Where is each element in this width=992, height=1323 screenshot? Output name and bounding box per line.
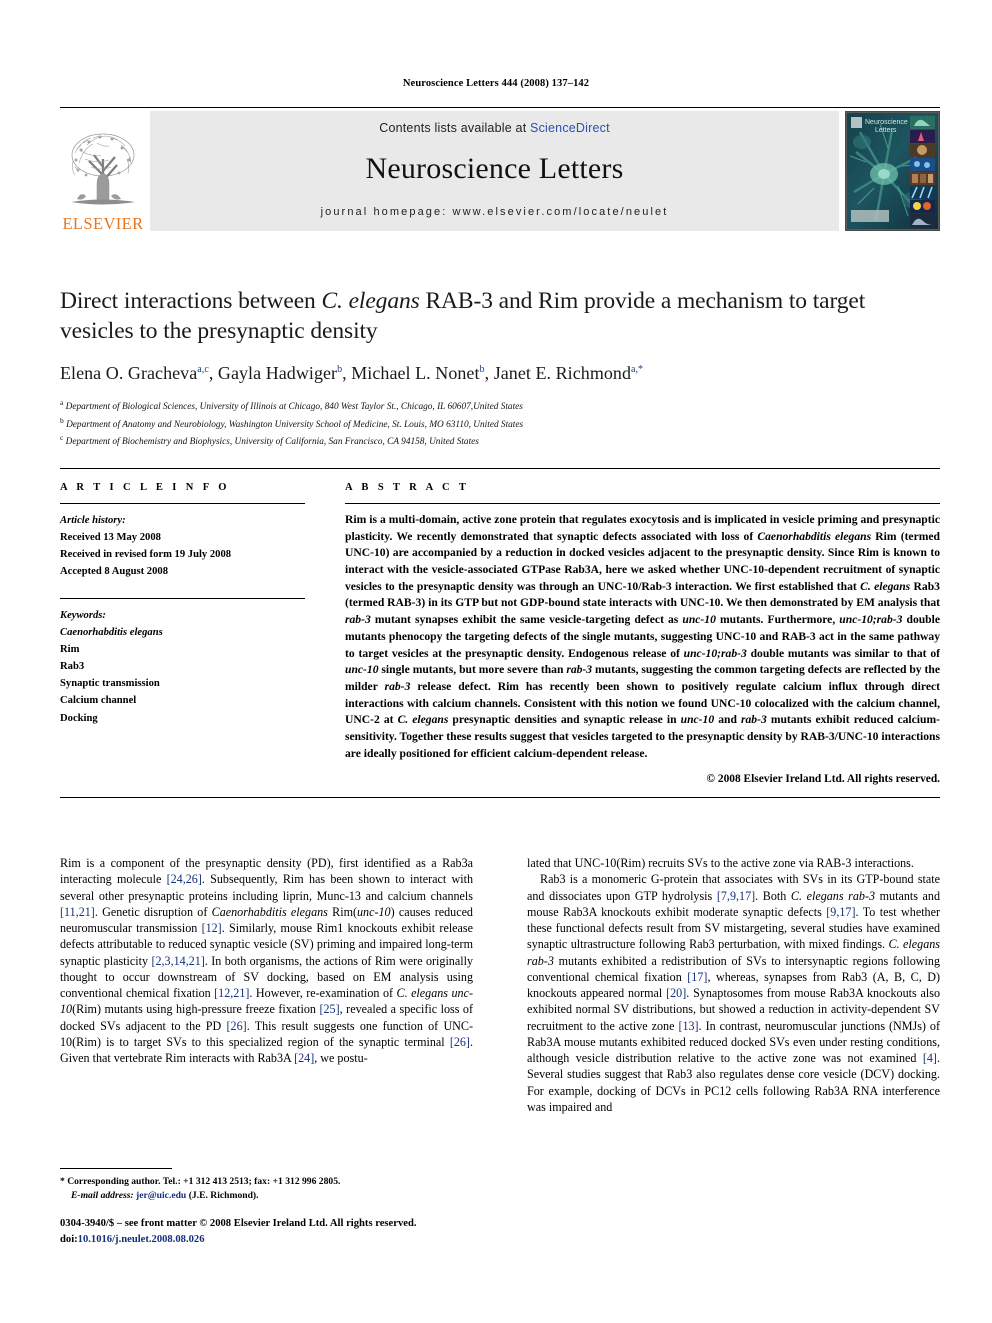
sciencedirect-link[interactable]: ScienceDirect: [530, 121, 610, 135]
body-column-left: Rim is a component of the presynaptic de…: [60, 855, 473, 1115]
article-info-divider: [60, 503, 305, 504]
elsevier-logo: ELSEVIER: [60, 111, 146, 234]
page-footer: 0304-3940/$ – see front matter © 2008 El…: [60, 1216, 600, 1248]
author-name: Elena O. Gracheva: [60, 363, 198, 384]
body-paragraph: lated that UNC-10(Rim) recruits SVs to t…: [527, 856, 914, 870]
body-text: Rim is a component of the presynaptic de…: [60, 855, 940, 1115]
contents-prefix: Contents lists available at: [379, 121, 531, 135]
affiliation-row: c Department of Biochemistry and Biophys…: [60, 432, 940, 450]
author-name: Gayla Hadwiger: [217, 363, 338, 384]
keyword-item: Caenorhabditis elegans: [60, 626, 163, 638]
svg-text:Neuroscience: Neuroscience: [865, 119, 908, 126]
article-history-label: Article history:: [60, 515, 126, 526]
abstract-divider: [345, 503, 940, 504]
footnote-divider: [60, 1168, 172, 1169]
keywords-divider: [60, 597, 305, 599]
author-affil-marker: a,c: [197, 364, 209, 376]
title-italic-species: C. elegans: [321, 288, 420, 314]
footnote-marker: *: [60, 1176, 65, 1187]
email-suffix: (J.E. Richmond).: [188, 1190, 259, 1202]
affiliation-marker: b: [60, 415, 64, 425]
keyword-item: Rim: [60, 643, 80, 655]
affiliation-text: Department of Biological Sciences, Unive…: [65, 402, 523, 413]
paper-page: Neuroscience Letters 444 (2008) 137–142: [0, 0, 992, 1323]
keywords-label: Keywords:: [60, 609, 106, 621]
article-info-heading: A R T I C L E I N F O: [60, 482, 230, 493]
affiliation-row: b Department of Anatomy and Neurobiology…: [60, 415, 940, 433]
journal-title: Neuroscience Letters: [365, 152, 624, 185]
contents-available-line: Contents lists available at ScienceDirec…: [379, 121, 610, 135]
keyword-item: Calcium channel: [60, 695, 137, 707]
author-name: Michael L. Nonet: [351, 363, 480, 384]
author-3: Janet E. Richmonda,*: [494, 363, 643, 383]
affiliation-list: a Department of Biological Sciences, Uni…: [60, 397, 940, 450]
article-info-column: A R T I C L E I N F O Article history: R…: [60, 482, 305, 785]
abstract-paragraph: Rim is a multi-domain, active zone prote…: [345, 513, 940, 760]
doi-link[interactable]: 10.1016/j.neulet.2008.08.026: [78, 1234, 205, 1245]
page-title: Direct interactions between C. elegans R…: [60, 286, 940, 346]
author-sep: ,: [484, 363, 494, 384]
keyword-item: Synaptic transmission: [60, 678, 160, 690]
journal-masthead: ELSEVIER Contents lists available at Sci…: [60, 107, 940, 234]
journal-band: Contents lists available at ScienceDirec…: [150, 111, 839, 231]
issn-copyright-line: 0304-3940/$ – see front matter © 2008 El…: [60, 1218, 417, 1229]
abstract-heading: A B S T R A C T: [345, 482, 470, 493]
author-2: Michael L. Nonetb,: [351, 363, 493, 383]
email-label: E-mail address:: [71, 1190, 134, 1202]
footnote-text: * Corresponding author. Tel.: +1 312 413…: [60, 1175, 473, 1204]
keyword-item: Rab3: [60, 661, 85, 673]
doi-line: doi:10.1016/j.neulet.2008.08.026: [60, 1232, 600, 1248]
keyword-item: Docking: [60, 712, 98, 724]
title-part-1: Direct interactions between: [60, 288, 322, 314]
author-sep: ,: [208, 363, 218, 384]
email-link[interactable]: jer@uic.edu: [136, 1190, 186, 1201]
column-gutter: [305, 482, 345, 785]
body-paragraph: Rim is a component of the presynaptic de…: [60, 856, 474, 1066]
journal-cover-thumbnail: Neuroscience Letters: [845, 111, 940, 231]
affiliation-row: a Department of Biological Sciences, Uni…: [60, 397, 940, 415]
corresponding-author-footnote: * Corresponding author. Tel.: +1 312 413…: [60, 1168, 473, 1204]
affiliation-text: Department of Biochemistry and Biophysic…: [65, 437, 479, 448]
abstract-text: Rim is a multi-domain, active zone prote…: [345, 512, 940, 762]
body-paragraph: Rab3 is a monomeric G-protein that assoc…: [527, 872, 941, 1114]
author-affil-marker: a,*: [631, 364, 644, 376]
svg-text:Letters: Letters: [875, 127, 897, 134]
journal-homepage[interactable]: journal homepage: www.elsevier.com/locat…: [321, 206, 669, 218]
doi-label: doi:: [60, 1233, 78, 1245]
elsevier-wordmark: ELSEVIER: [62, 213, 144, 233]
title-block: Direct interactions between C. elegans R…: [60, 286, 940, 450]
abstract-column: A B S T R A C T Rim is a multi-domain, a…: [345, 482, 940, 785]
info-abstract-section: A R T I C L E I N F O Article history: R…: [60, 468, 940, 799]
running-head: Neuroscience Letters 444 (2008) 137–142: [402, 78, 590, 89]
author-1: Gayla Hadwigerb,: [218, 363, 351, 383]
section-bottom-divider: [60, 797, 940, 799]
history-item: Received 13 May 2008: [60, 532, 161, 544]
copyright-line: © 2008 Elsevier Ireland Ltd. All rights …: [706, 773, 940, 786]
footnote-email-line: E-mail address: jer@uic.edu (J.E. Richmo…: [60, 1189, 473, 1203]
author-list: Elena O. Grachevaa,c, Gayla Hadwigerb, M…: [60, 363, 940, 384]
footnote-line-1: Corresponding author. Tel.: +1 312 413 2…: [67, 1176, 341, 1187]
history-item: Received in revised form 19 July 2008: [60, 549, 232, 561]
author-0: Elena O. Grachevaa,c,: [60, 363, 218, 383]
cover-artwork: Neuroscience Letters: [846, 112, 939, 230]
affiliation-marker: a: [60, 398, 64, 408]
history-item: Accepted 8 August 2008: [60, 566, 168, 578]
keywords-block: Keywords: Caenorhabditis elegans Rim Rab…: [60, 607, 305, 727]
author-name: Janet E. Richmond: [493, 363, 632, 384]
elsevier-tree-icon: [71, 133, 135, 204]
article-history-block: Article history: Received 13 May 2008 Re…: [60, 512, 305, 581]
affiliation-text: Department of Anatomy and Neurobiology, …: [66, 419, 524, 430]
affiliation-marker: c: [60, 433, 64, 443]
body-column-right: lated that UNC-10(Rim) recruits SVs to t…: [527, 855, 940, 1115]
author-sep: ,: [342, 363, 352, 384]
